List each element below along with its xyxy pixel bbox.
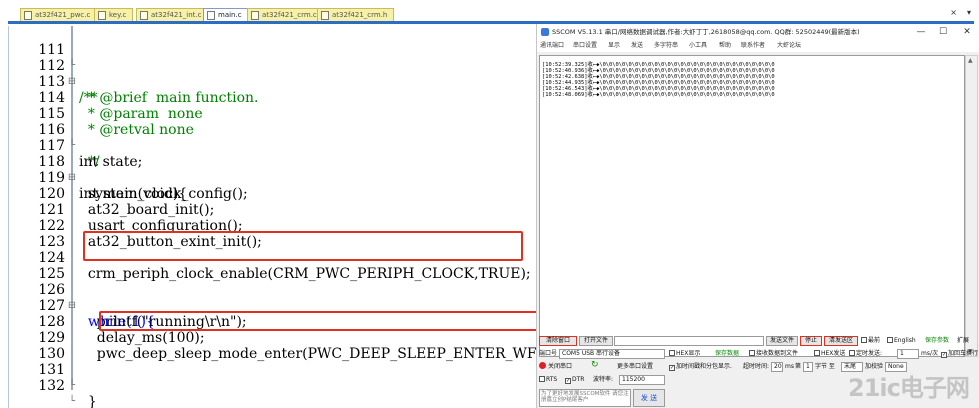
tabs-dropdown-icon[interactable]: ▾ <box>967 8 971 17</box>
open-file-button[interactable]: 打开文件 <box>579 336 613 346</box>
nth-label: 第 <box>795 363 802 370</box>
port-status-led-icon <box>539 362 546 369</box>
code-line[interactable]: 121 usart_configuration(); <box>9 186 537 234</box>
menu-multi-string[interactable]: 多字符串 <box>654 40 678 52</box>
code-line[interactable]: 131 └ } <box>9 346 537 408</box>
file-icon <box>321 11 329 20</box>
code-text: } <box>79 394 97 408</box>
menu-contact-author[interactable]: 联系作者 <box>741 40 765 52</box>
file-icon <box>207 11 215 20</box>
code-line[interactable]: 122 at32_button_exint_init(); <box>9 202 537 250</box>
stop-button[interactable]: 停止 <box>800 336 822 346</box>
tab-at32f421-int-c[interactable]: at32f421_int.c <box>136 8 209 21</box>
close-button[interactable]: ✕ <box>956 24 978 40</box>
code-line[interactable]: 118 ⊟ int main(void){ <box>9 138 537 202</box>
menu-display[interactable]: 显示 <box>608 40 620 52</box>
highlight-box-deep-sleep <box>99 311 539 331</box>
receive-scrollbar[interactable]: ▲ ▼ <box>965 55 978 357</box>
hex-send-checkbox[interactable]: HEX发送 <box>814 349 845 358</box>
byte-input[interactable]: 1 <box>803 362 813 372</box>
file-icon <box>98 11 106 20</box>
ms-label: ms <box>785 363 794 370</box>
close-port-button[interactable]: 关闭串口 <box>539 362 572 371</box>
port-label: 端口号 <box>539 350 558 357</box>
menu-send[interactable]: 发送 <box>631 40 643 52</box>
menu-help[interactable]: 帮助 <box>719 40 731 52</box>
add-crlf-checkbox[interactable]: 加回车换行 <box>941 349 978 358</box>
save-params-link[interactable]: 保存参数 <box>925 336 949 345</box>
english-checkbox[interactable]: English <box>887 336 916 345</box>
tab-at32f421-crm-c[interactable]: at32f421_crm.c <box>247 8 324 21</box>
watermark-logo: 21ic电子网 <box>848 374 970 402</box>
code-line[interactable]: 119 system_clock_config(); <box>9 154 537 202</box>
baud-select[interactable]: 115200 <box>619 375 665 385</box>
fold-end-icon: └ <box>68 380 76 391</box>
recv-to-file-checkbox[interactable]: 接收数据到文件 <box>749 349 798 358</box>
tab-key-c[interactable]: key.c <box>94 8 134 21</box>
code-line[interactable]: 132 └ } <box>9 362 537 407</box>
more-port-settings-button[interactable]: 更多串口设置 <box>617 362 653 371</box>
dtr-checkbox[interactable]: DTR <box>565 375 584 384</box>
title-bar[interactable]: SSCOM V5.13.1 串口/网络数据调试器,作者:大虾丁丁,2618058… <box>537 24 979 40</box>
topmost-checkbox[interactable]: 最前 <box>861 336 880 345</box>
timed-send-checkbox[interactable]: 定时发送: <box>849 349 882 358</box>
code-line[interactable]: 113 * @brief main function. <box>9 58 537 106</box>
interval-input[interactable]: 1 <box>897 349 919 359</box>
fold-end-icon: └ <box>68 396 76 407</box>
menu-tools[interactable]: 小工具 <box>689 40 707 52</box>
file-icon <box>24 11 32 20</box>
code-line[interactable]: 126 ⊟ while(1){ <box>9 266 537 330</box>
timestamp-checkbox[interactable]: 加时间戳和分包显示. <box>669 362 732 371</box>
menu-comm-port[interactable]: 通讯端口 <box>540 40 564 52</box>
code-line[interactable]: 120 at32_board_init(); <box>9 170 537 218</box>
window-title: SSCOM V5.13.1 串口/网络数据调试器,作者:大虾丁丁,2618058… <box>552 28 860 36</box>
receive-area[interactable]: [10:52:39.325]收←◆\0\0\0\0\0\0\0\0\0\0\0\… <box>539 55 965 357</box>
tab-at32f421-crm-h[interactable]: at32f421_crm.h <box>317 8 395 21</box>
code-line[interactable]: 112 ⊟ /** <box>9 42 537 106</box>
received-line: [10:52:48.069]收←◆\0\0\0\0\0\0\0\0\0\0\0\… <box>542 92 775 98</box>
expand-link[interactable]: 扩展 <box>957 336 969 345</box>
highlight-box-clock-enable <box>83 231 523 261</box>
send-button[interactable]: 发 送 <box>633 389 665 407</box>
code-line[interactable]: 111 └ <box>9 26 537 71</box>
code-line[interactable]: 117 int state; <box>9 122 537 170</box>
line-number: 132 <box>38 378 65 394</box>
file-icon <box>140 11 148 20</box>
hex-display-checkbox[interactable]: HEX显示 <box>669 349 700 358</box>
code-line[interactable]: 116 └ */ <box>9 106 537 170</box>
rts-checkbox[interactable]: RTS <box>539 375 557 384</box>
app-icon <box>541 28 549 36</box>
code-line[interactable]: 127 printf("running\r\n"); <box>9 282 537 330</box>
minimize-button[interactable]: — <box>910 24 932 40</box>
baud-label: 波特率: <box>593 376 614 383</box>
interval-unit: ms/次 <box>921 350 938 357</box>
code-line[interactable]: 130 <box>9 330 537 362</box>
menu-forum[interactable]: 大虾论坛 <box>777 40 801 52</box>
save-data-link[interactable]: 保存数据 <box>715 349 739 358</box>
code-line[interactable]: 115 * @retval none <box>9 90 537 138</box>
timeout-input[interactable]: 20 <box>771 362 783 372</box>
send-file-button[interactable]: 发送文件 <box>766 336 798 346</box>
promo-text: 为了更好地发展SSCOM软件 请您注册嘉立创P结尾客户 <box>539 389 631 407</box>
file-icon <box>251 11 259 20</box>
port-select[interactable]: COM5 USB 串行设备 <box>559 349 665 359</box>
code-editor[interactable]: 111 └ 112 ⊟ /** 113 * @brief main functi… <box>8 26 552 408</box>
sscom-window: SSCOM V5.13.1 串口/网络数据调试器,作者:大虾丁丁,2618058… <box>536 24 979 408</box>
editor-tab-bar: at32f421_pwc.c key.c at32f421_int.c main… <box>0 0 979 24</box>
menu-port-settings[interactable]: 串口设置 <box>573 40 597 52</box>
clear-send-button[interactable]: 清发送区 <box>824 336 858 346</box>
tab-main-c[interactable]: main.c <box>203 8 249 21</box>
code-line[interactable]: 114 * @param none <box>9 74 537 122</box>
maximize-button[interactable]: ☐ <box>932 24 954 40</box>
file-path-input[interactable] <box>614 336 764 346</box>
refresh-icon[interactable]: ↻ <box>591 361 599 370</box>
byte-label: 字节 至 <box>815 363 835 370</box>
scroll-up-icon[interactable]: ▲ <box>968 57 973 64</box>
timeout-label: 超时时间: <box>743 363 770 370</box>
close-tab-icon[interactable]: × <box>950 8 957 17</box>
menu-bar: 通讯端口 串口设置 显示 发送 多字符串 小工具 帮助 联系作者 大虾论坛 <box>537 40 979 52</box>
tab-at32f421-pwc-c[interactable]: at32f421_pwc.c <box>20 8 98 21</box>
clear-window-button[interactable]: 清除窗口 <box>539 336 577 346</box>
